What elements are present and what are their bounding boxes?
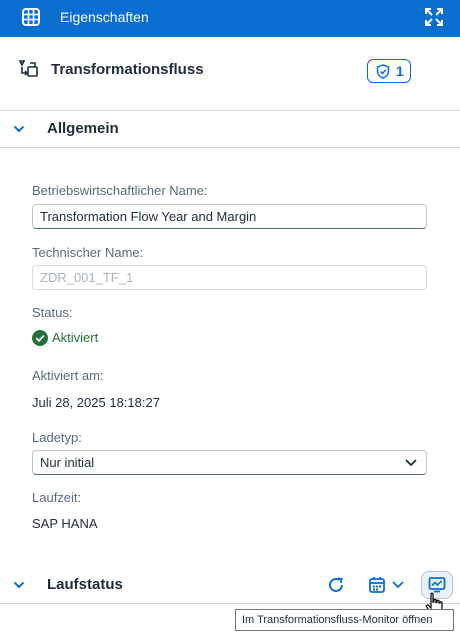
- tooltip: Im Transformationsfluss-Monitor öffnen: [235, 609, 454, 631]
- badge-count: 1: [396, 63, 404, 79]
- panel-title: Eigenschaften: [60, 9, 149, 25]
- status-label: Status:: [32, 305, 73, 320]
- refresh-icon[interactable]: [327, 576, 345, 594]
- section-run-status-header[interactable]: Laufstatus: [0, 567, 460, 604]
- section-run-status-label: Laufstatus: [47, 576, 123, 593]
- load-type-value: Nur initial: [40, 455, 95, 470]
- grid-icon[interactable]: [22, 8, 40, 26]
- shield-check-icon: [376, 64, 390, 79]
- technical-name-input[interactable]: ZDR_001_TF_1: [32, 265, 427, 290]
- load-type-select[interactable]: Nur initial: [32, 450, 427, 475]
- top-bar: Eigenschaften: [0, 0, 460, 37]
- calendar-icon[interactable]: [368, 576, 386, 594]
- chevron-down-icon[interactable]: [13, 123, 25, 135]
- object-header: Transformationsfluss 1: [0, 37, 460, 111]
- transformation-flow-icon: [18, 60, 38, 77]
- load-type-label: Ladetyp:: [32, 430, 82, 445]
- section-general-header[interactable]: Allgemein: [0, 111, 460, 148]
- success-check-icon: [32, 330, 48, 346]
- runtime-label: Laufzeit:: [32, 490, 82, 505]
- expand-icon[interactable]: [424, 7, 444, 27]
- object-title: Transformationsfluss: [51, 61, 204, 78]
- chevron-down-icon: [405, 459, 417, 467]
- chevron-down-icon[interactable]: [392, 580, 404, 590]
- technical-name-label: Technischer Name:: [32, 245, 144, 260]
- chevron-down-icon[interactable]: [13, 579, 25, 591]
- activated-on-value: Juli 28, 2025 18:18:27: [32, 395, 160, 410]
- status-text: Aktiviert: [52, 330, 99, 345]
- business-name-label: Betriebswirtschaftlicher Name:: [32, 183, 208, 198]
- business-name-input[interactable]: Transformation Flow Year and Margin: [32, 204, 427, 229]
- section-general-label: Allgemein: [47, 120, 119, 137]
- activated-on-label: Aktiviert am:: [32, 368, 104, 383]
- validation-badge[interactable]: 1: [367, 59, 411, 83]
- runtime-value: SAP HANA: [32, 516, 98, 531]
